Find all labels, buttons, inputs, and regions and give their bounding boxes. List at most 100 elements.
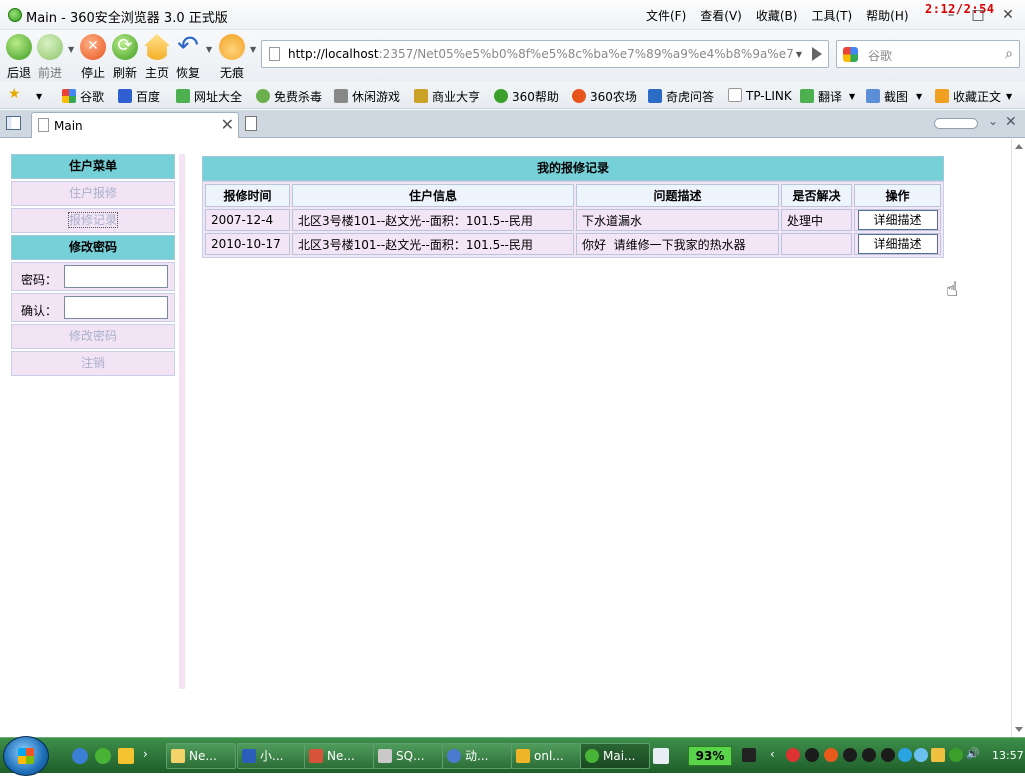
question-icon: [648, 89, 662, 103]
notes-icon[interactable]: [653, 748, 669, 764]
quicklaunch-chevron-icon[interactable]: ›: [143, 747, 159, 763]
fav-baidu[interactable]: 百度: [118, 88, 160, 105]
logout-button[interactable]: 注销: [11, 351, 175, 376]
qq-icon[interactable]: [881, 748, 895, 762]
restore-dropdown-icon[interactable]: ▼: [206, 45, 212, 54]
confirm-password-field[interactable]: [64, 296, 168, 319]
fav-casual-games[interactable]: 休闲游戏: [334, 88, 400, 105]
password-row: 密码：: [11, 262, 175, 291]
tray-expand-icon[interactable]: ‹: [770, 747, 784, 761]
fav-qihoo-qa[interactable]: 奇虎问答: [648, 88, 714, 105]
fav-business-tycoon[interactable]: 商业大亨: [414, 88, 480, 105]
home-button[interactable]: 主页: [142, 34, 172, 81]
password-field[interactable]: [64, 265, 168, 288]
search-box[interactable]: 谷歌 ⌕: [836, 40, 1020, 68]
sql-icon: [378, 749, 392, 763]
incognito-dropdown-icon[interactable]: ▼: [250, 45, 256, 54]
menu-file[interactable]: 文件(F): [646, 7, 686, 24]
refresh-button[interactable]: 刷新: [110, 34, 140, 81]
url-history-dropdown-icon[interactable]: ▼: [796, 50, 802, 59]
scroll-down-icon[interactable]: [1015, 727, 1023, 732]
minimize-icon[interactable]: –: [944, 8, 958, 22]
tray-app-icon[interactable]: [914, 748, 928, 762]
battery-indicator[interactable]: 93%: [688, 746, 732, 766]
fav-translate[interactable]: 翻译: [800, 88, 842, 105]
restore-button[interactable]: ↶ 恢复: [173, 31, 203, 81]
back-button[interactable]: 后退: [4, 34, 34, 81]
forward-button[interactable]: 前进: [35, 34, 65, 81]
back-label: 后退: [6, 66, 31, 80]
favorites-star-icon[interactable]: ★: [8, 86, 21, 102]
tray-app-icon[interactable]: [931, 748, 945, 762]
menu-help[interactable]: 帮助(H): [866, 7, 908, 24]
fav-google[interactable]: 谷歌: [62, 88, 104, 105]
refresh-icon: [112, 34, 138, 60]
repair-request-link[interactable]: 住户报修: [11, 181, 175, 206]
power-plug-icon[interactable]: [742, 748, 756, 762]
fav-site-directory[interactable]: 网址大全: [176, 88, 242, 105]
change-password-button[interactable]: 修改密码: [11, 324, 175, 349]
menu-tools[interactable]: 工具(T): [811, 7, 852, 24]
tray-app-icon[interactable]: [786, 748, 800, 762]
network-icon[interactable]: [898, 748, 912, 762]
save-text-dropdown-icon[interactable]: ▼: [1006, 92, 1012, 101]
fav-screenshot[interactable]: 截图: [866, 88, 908, 105]
qq-icon[interactable]: [805, 748, 819, 762]
vertical-scrollbar[interactable]: [1011, 139, 1025, 737]
fav-free-antivirus[interactable]: 免费杀毒: [256, 88, 322, 105]
360-browser-icon[interactable]: [95, 748, 111, 764]
detail-button[interactable]: 详细描述: [857, 234, 938, 254]
close-tab-icon[interactable]: ✕: [221, 115, 234, 134]
cell-status: [781, 233, 852, 255]
taskbar-item-sql[interactable]: SQ...: [373, 743, 443, 769]
go-arrow-icon[interactable]: [812, 47, 822, 61]
fav-save-text[interactable]: 收藏正文: [935, 88, 1001, 105]
forward-dropdown-icon[interactable]: ▼: [68, 45, 74, 54]
taskbar-item-folder[interactable]: Ne...: [166, 743, 236, 769]
cell-resident: 北区3号楼101--赵文光--面积：101.5--民用: [292, 209, 574, 231]
search-icon[interactable]: ⌕: [1005, 46, 1013, 62]
repair-records-link[interactable]: 报修记录: [11, 208, 175, 233]
change-password-header: 修改密码: [11, 235, 175, 260]
volume-icon[interactable]: 🔊: [966, 747, 980, 761]
start-button[interactable]: [3, 736, 49, 776]
resident-menu: 住户菜单 住户报修 报修记录 修改密码 密码： 确认： 修改密码 注销: [11, 154, 175, 378]
ie-icon[interactable]: [72, 748, 88, 764]
detail-button[interactable]: 详细描述: [857, 210, 938, 230]
google-engine-icon[interactable]: [843, 47, 858, 62]
translate-dropdown-icon[interactable]: ▼: [849, 92, 855, 101]
taskbar-item-net[interactable]: Ne...: [304, 743, 374, 769]
sidebar-toggle-icon[interactable]: [6, 116, 21, 130]
system-clock[interactable]: 13:57: [992, 749, 1024, 762]
desktop-icon[interactable]: [118, 748, 134, 764]
tab-scroll-pill[interactable]: [934, 118, 978, 129]
stop-button[interactable]: 停止: [78, 34, 108, 81]
globe-icon: [447, 749, 461, 763]
shield-icon[interactable]: [949, 748, 963, 762]
qq-icon[interactable]: [862, 748, 876, 762]
taskbar-item-main[interactable]: Mai...: [580, 743, 650, 769]
address-bar[interactable]: http://localhost:2357/Net05%e5%b0%8f%e5%…: [261, 40, 829, 68]
taskbar-item-word[interactable]: 小...: [237, 743, 307, 769]
menu-view[interactable]: 查看(V): [700, 7, 742, 24]
close-window-icon[interactable]: ✕: [1001, 8, 1015, 22]
screenshot-dropdown-icon[interactable]: ▼: [916, 92, 922, 101]
chevron-down-icon[interactable]: ⌄: [988, 114, 998, 128]
maximize-icon[interactable]: □: [971, 8, 985, 22]
close-icon[interactable]: ✕: [1005, 114, 1017, 130]
taskbar-item-online[interactable]: onl...: [511, 743, 581, 769]
tab-main[interactable]: Main ✕: [31, 112, 239, 138]
scroll-up-icon[interactable]: [1015, 144, 1023, 149]
incognito-button[interactable]: 无痕: [217, 34, 247, 81]
fav-tp-link[interactable]: TP-LINK: [728, 88, 792, 103]
menu-favorites[interactable]: 收藏(B): [756, 7, 798, 24]
qq-icon[interactable]: [843, 748, 857, 762]
tray-app-icon[interactable]: [824, 748, 838, 762]
taskbar-item-dynamic[interactable]: 动...: [442, 743, 512, 769]
undo-icon: ↶: [177, 31, 199, 61]
fav-360-help[interactable]: 360帮助: [494, 88, 559, 105]
new-tab-icon[interactable]: [245, 116, 257, 131]
fav-360-farm[interactable]: 360农场: [572, 88, 637, 105]
url-text[interactable]: http://localhost:2357/Net05%e5%b0%8f%e5%…: [288, 47, 798, 61]
favorites-dropdown-icon[interactable]: ▼: [36, 92, 42, 101]
